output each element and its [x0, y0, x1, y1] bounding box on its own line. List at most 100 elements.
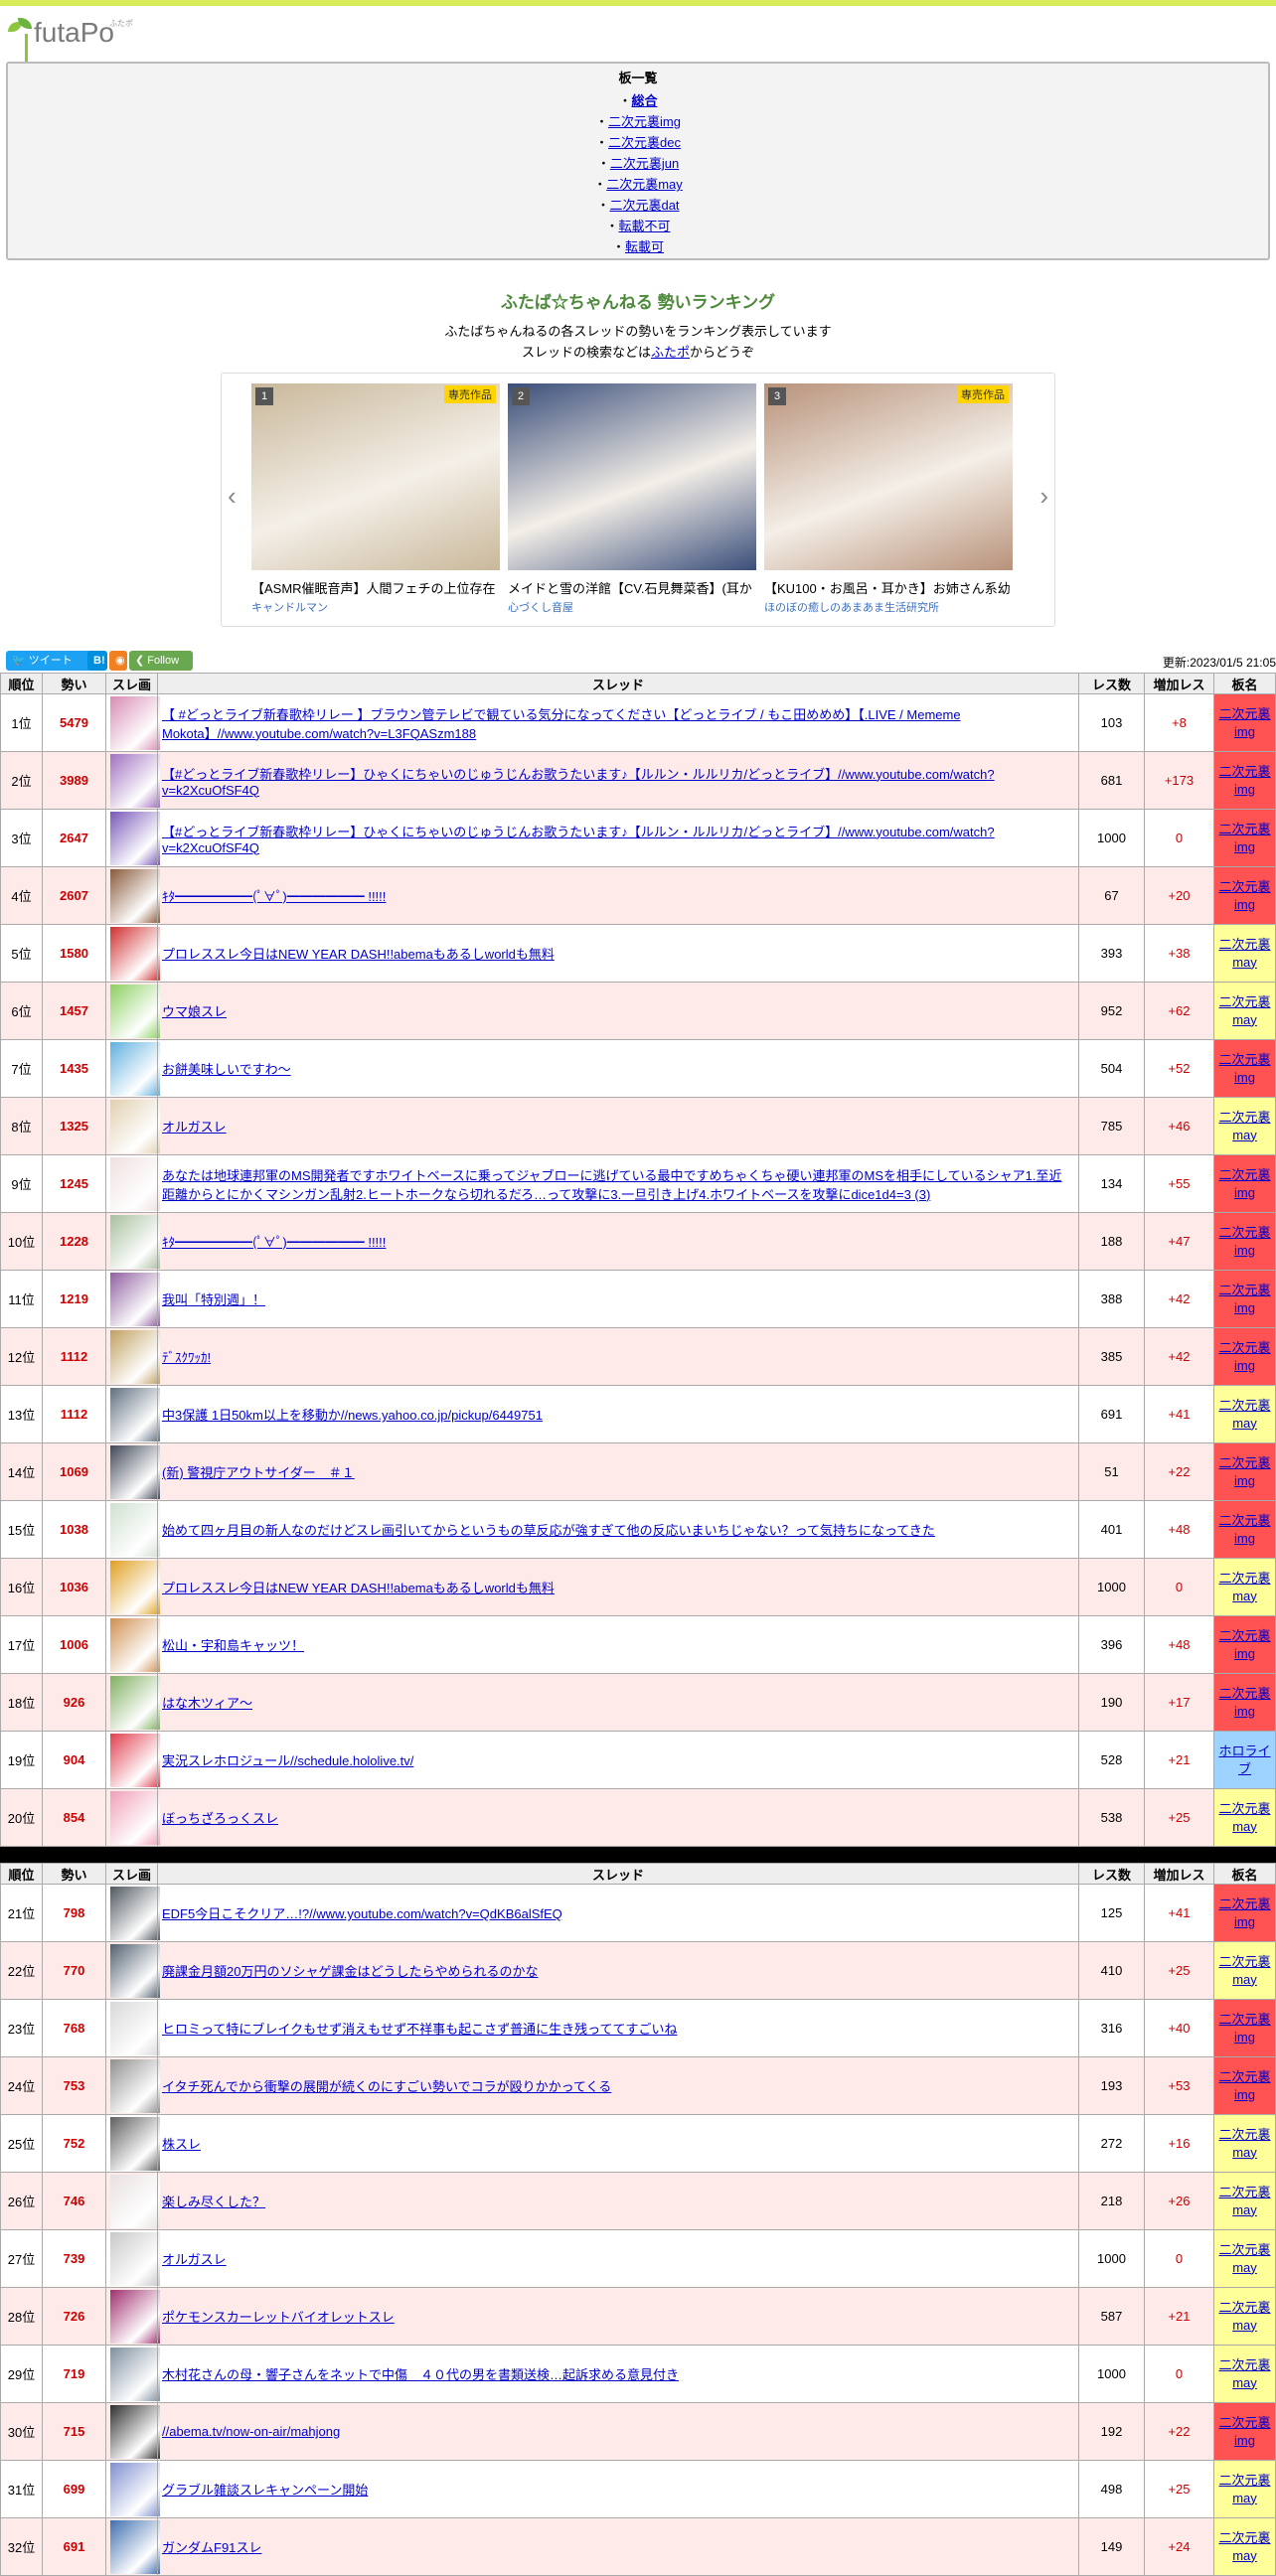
thread-thumbnail[interactable]: [110, 1502, 160, 1557]
thread-link[interactable]: グラブル雑談スレキャンペーン開始: [162, 2483, 368, 2498]
board-link[interactable]: 二次元裏img: [608, 114, 681, 129]
board-name-link[interactable]: 二次元裏img: [1218, 2012, 1270, 2045]
board-name-link[interactable]: 二次元裏img: [1218, 1896, 1270, 1929]
thread-link[interactable]: 木村花さんの母・響子さんをネットで中傷 ４０代の男を書類送検…起訴求める意見付き: [162, 2367, 679, 2382]
thread-thumbnail[interactable]: [110, 1099, 160, 1153]
thread-thumbnail[interactable]: [110, 1214, 160, 1269]
board-name-link[interactable]: 二次元裏img: [1218, 1513, 1270, 1546]
board-link[interactable]: 転載不可: [619, 219, 671, 233]
thumbnail-cell[interactable]: [105, 751, 160, 810]
thumbnail-cell[interactable]: [105, 1039, 160, 1098]
thread-thumbnail[interactable]: [110, 1675, 160, 1730]
thread-link[interactable]: 株スレ: [162, 2137, 201, 2152]
thumbnail-cell[interactable]: [105, 693, 160, 752]
product-circle[interactable]: ほのぼの癒しのあまあま生活研究所: [764, 599, 1013, 615]
carousel-card[interactable]: 1 専売作品【ASMR催眠音声】人間フェチの上位存在 キャンドルマン: [251, 383, 500, 615]
board-name-link[interactable]: 二次元裏img: [1218, 1340, 1270, 1373]
board-link[interactable]: 総合: [632, 93, 658, 108]
thread-link[interactable]: //abema.tv/now-on-air/mahjong: [162, 2424, 340, 2439]
thread-thumbnail[interactable]: [110, 1617, 160, 1672]
thread-link[interactable]: 楽しみ尽くした？: [162, 2195, 265, 2209]
board-name-link[interactable]: 二次元裏may: [1218, 2242, 1270, 2275]
thread-thumbnail[interactable]: [110, 753, 160, 808]
board-name-link[interactable]: 二次元裏img: [1218, 822, 1270, 854]
thread-thumbnail[interactable]: [110, 1041, 160, 1096]
feedly-follow-button[interactable]: ❮ Follow: [129, 651, 193, 671]
board-name-link[interactable]: 二次元裏may: [1218, 2473, 1270, 2505]
board-name-link[interactable]: 二次元裏img: [1218, 1283, 1270, 1315]
thumbnail-cell[interactable]: [105, 1999, 160, 2057]
thumbnail-cell[interactable]: [105, 1097, 160, 1155]
thumbnail-cell[interactable]: [105, 866, 160, 925]
thread-thumbnail[interactable]: [110, 2001, 160, 2055]
board-name-link[interactable]: 二次元裏img: [1218, 1628, 1270, 1661]
product-circle[interactable]: キャンドルマン: [251, 599, 500, 615]
product-image[interactable]: 2: [508, 383, 756, 570]
board-name-link[interactable]: 二次元裏img: [1218, 2415, 1270, 2448]
board-name-link[interactable]: 二次元裏img: [1218, 1686, 1270, 1719]
thread-thumbnail[interactable]: [110, 1560, 160, 1614]
thumbnail-cell[interactable]: [105, 1327, 160, 1386]
thread-thumbnail[interactable]: [110, 695, 160, 750]
carousel-card[interactable]: 3 専売作品 【KU100・お風呂・耳かき】お姉さん系幼 ほのぼの癒しのあまあま生活研…: [764, 383, 1013, 615]
board-name-link[interactable]: 二次元裏img: [1218, 1225, 1270, 1258]
board-name-link[interactable]: 二次元裏may: [1218, 937, 1270, 970]
thumbnail-cell[interactable]: [105, 2056, 160, 2115]
thread-thumbnail[interactable]: [110, 1156, 160, 1211]
thread-link[interactable]: ﾃﾞｽｸﾜｯｶ!: [162, 1350, 211, 1365]
thread-link[interactable]: ポケモンスカーレットバイオレットスレ: [162, 2310, 395, 2325]
thread-link[interactable]: あなたは地球連邦軍のMS開発者ですホワイトベースに乗ってジャブローに逃げている最…: [162, 1168, 1062, 1202]
hatena-bookmark-button[interactable]: B!: [87, 651, 107, 671]
board-name-link[interactable]: 二次元裏may: [1218, 2530, 1270, 2563]
thumbnail-cell[interactable]: [105, 1731, 160, 1789]
site-logo[interactable]: futaPo ふたポ: [0, 6, 1276, 62]
thumbnail-cell[interactable]: [105, 2172, 160, 2230]
product-circle[interactable]: 心づくし音屋: [508, 599, 756, 615]
thread-thumbnail[interactable]: [110, 1886, 160, 1940]
thread-link[interactable]: オルガスレ: [162, 1120, 227, 1135]
thread-link[interactable]: プロレススレ今日はNEW YEAR DASH!!abemaもあるしworldも無…: [162, 1581, 555, 1595]
board-name-link[interactable]: ホロライブ: [1218, 1743, 1270, 1776]
board-name-link[interactable]: 二次元裏may: [1218, 2300, 1270, 2333]
thumbnail-cell[interactable]: [105, 1270, 160, 1328]
thread-link[interactable]: 【#どっとライブ新春歌枠リレー】ひゃくにちゃいのじゅうじんお歌うたいます♪【ルル…: [162, 825, 995, 855]
thumbnail-cell[interactable]: [105, 1941, 160, 2000]
thread-link[interactable]: はな木ツィア～: [162, 1696, 252, 1711]
product-image[interactable]: 1 専売作品: [251, 383, 500, 570]
thread-link[interactable]: ぼっちざろっくスレ: [162, 1811, 278, 1826]
thread-thumbnail[interactable]: [110, 2231, 160, 2286]
futapo-link[interactable]: ふたポ: [651, 345, 690, 360]
tweet-button[interactable]: 🐦 ツイート: [6, 651, 97, 671]
thread-thumbnail[interactable]: [110, 1733, 160, 1787]
thumbnail-cell[interactable]: [105, 2460, 160, 2518]
thread-thumbnail[interactable]: [110, 984, 160, 1038]
product-caption[interactable]: 【ASMR催眠音声】人間フェチの上位存在: [251, 578, 500, 597]
thread-link[interactable]: (新) 警視庁アウトサイダー ＃１: [162, 1465, 355, 1480]
thumbnail-cell[interactable]: [105, 2345, 160, 2403]
board-name-link[interactable]: 二次元裏may: [1218, 994, 1270, 1027]
thumbnail-cell[interactable]: [105, 2114, 160, 2173]
board-name-link[interactable]: 二次元裏may: [1218, 1801, 1270, 1834]
board-name-link[interactable]: 二次元裏img: [1218, 706, 1270, 739]
board-link[interactable]: 二次元裏dec: [608, 135, 681, 150]
thread-link[interactable]: ウマ娘スレ: [162, 1004, 227, 1019]
board-name-link[interactable]: 二次元裏img: [1218, 1167, 1270, 1200]
thread-thumbnail[interactable]: [110, 1387, 160, 1441]
thumbnail-cell[interactable]: [105, 1615, 160, 1674]
board-link[interactable]: 二次元裏jun: [610, 156, 679, 171]
thread-thumbnail[interactable]: [110, 2347, 160, 2401]
thread-thumbnail[interactable]: [110, 2116, 160, 2171]
thumbnail-cell[interactable]: [105, 924, 160, 983]
thumbnail-cell[interactable]: [105, 2229, 160, 2288]
thread-link[interactable]: 松山・宇和島キャッツ！: [162, 1638, 304, 1653]
thread-link[interactable]: 廃課金月額20万円のソシャゲ課金はどうしたらやめられるのかな: [162, 1964, 538, 1979]
thread-link[interactable]: イタチ死んでから衝撃の展開が続くのにすごい勢いでコラが殴りかかってくる: [162, 2079, 611, 2094]
product-image[interactable]: 3 専売作品: [764, 383, 1013, 570]
thumbnail-cell[interactable]: [105, 2402, 160, 2461]
thread-link[interactable]: プロレススレ今日はNEW YEAR DASH!!abemaもあるしworldも無…: [162, 947, 555, 962]
thread-link[interactable]: EDF5今日こそクリア…!?//www.youtube.com/watch?v=…: [162, 1906, 562, 1921]
board-name-link[interactable]: 二次元裏img: [1218, 2069, 1270, 2102]
board-name-link[interactable]: 二次元裏may: [1218, 1398, 1270, 1431]
thumbnail-cell[interactable]: [105, 2517, 160, 2576]
board-name-link[interactable]: 二次元裏may: [1218, 2185, 1270, 2217]
